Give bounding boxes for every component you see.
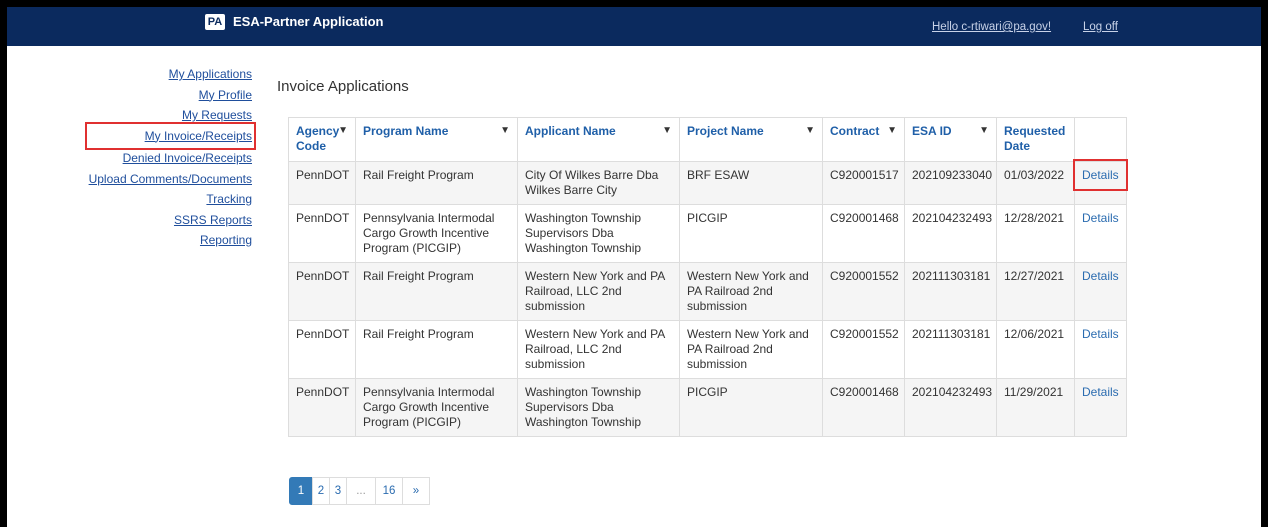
contract-cell: C920001468 (822, 378, 905, 437)
funnel-icon[interactable]: ▼ (662, 123, 672, 138)
details-cell: Details (1073, 159, 1128, 205)
column-header-contract[interactable]: Contract ▼ (822, 117, 905, 162)
project-name-cell: Western New York and PA Railroad 2nd sub… (679, 262, 823, 321)
sidebar-item-ssrs-reports[interactable]: SSRS Reports (89, 210, 252, 231)
sidebar-item-tracking[interactable]: Tracking (89, 189, 252, 210)
details-cell: Details (1074, 204, 1127, 263)
funnel-icon[interactable]: ▼ (500, 123, 510, 138)
table-row: PennDOT Rail Freight Program Western New Y… (288, 262, 1127, 321)
details-cell: Details (1074, 320, 1127, 379)
details-cell: Details (1074, 262, 1127, 321)
applicant-name-cell: Western New York and PA Railroad, LLC 2n… (517, 262, 680, 321)
page-button-2[interactable]: 2 (312, 477, 330, 505)
program-name-cell: Pennsylvania Intermodal Cargo Growth Inc… (355, 204, 518, 263)
pagination-ellipsis: ... (346, 477, 376, 505)
contract-cell: C920001468 (822, 204, 905, 263)
agency-code-cell: PennDOT (288, 320, 356, 379)
column-header-project-name[interactable]: Project Name ▼ (679, 117, 823, 162)
table-row: PennDOT Pennsylvania Intermodal Cargo Gro… (288, 204, 1127, 263)
agency-code-cell: PennDOT (288, 262, 356, 321)
agency-code-cell: PennDOT (288, 378, 356, 437)
agency-code-cell: PennDOT (288, 161, 356, 205)
page-button-3[interactable]: 3 (329, 477, 347, 505)
requested-date-cell: 11/29/2021 (996, 378, 1075, 437)
details-link[interactable]: Details (1073, 159, 1128, 191)
program-name-cell: Rail Freight Program (355, 320, 518, 379)
column-header-program-name[interactable]: Program Name ▼ (355, 117, 518, 162)
requested-date-cell: 12/06/2021 (996, 320, 1075, 379)
table-header-row: Agency Code ▼ Program Name ▼ Applicant Nam… (288, 117, 1127, 162)
sidebar-item-denied-invoice-receipts[interactable]: Denied Invoice/Receipts (89, 148, 252, 169)
sidebar-item-reporting[interactable]: Reporting (89, 230, 252, 251)
requested-date-cell: 01/03/2022 (996, 161, 1075, 205)
user-greeting-link[interactable]: Hello c-rtiwari@pa.gov! (932, 21, 1051, 33)
funnel-icon[interactable]: ▼ (979, 123, 989, 138)
page-button-1[interactable]: 1 (289, 477, 313, 505)
funnel-icon[interactable]: ▼ (887, 123, 897, 138)
program-name-cell: Rail Freight Program (355, 262, 518, 321)
project-name-cell: BRF ESAW (679, 161, 823, 205)
page-button-16[interactable]: 16 (375, 477, 403, 505)
agency-code-cell: PennDOT (288, 204, 356, 263)
details-cell: Details (1074, 378, 1127, 437)
table-row: PennDOT Rail Freight Program City Of Wilke… (288, 159, 1128, 205)
esa-id-cell: 202111303181 (904, 320, 997, 379)
project-name-cell: PICGIP (679, 204, 823, 263)
sidebar-item-my-applications[interactable]: My Applications (89, 64, 252, 85)
column-header-agency-code[interactable]: Agency Code ▼ (288, 117, 356, 162)
app-title: ESA-Partner Application (233, 14, 384, 29)
project-name-cell: PICGIP (679, 378, 823, 437)
contract-cell: C920001552 (822, 262, 905, 321)
details-link[interactable]: Details (1082, 385, 1119, 399)
top-navbar: PA ESA-Partner Application Hello c-rtiwa… (7, 7, 1261, 46)
pa-logo-icon: PA (205, 14, 225, 30)
page-title: Invoice Applications (277, 78, 409, 95)
contract-cell: C920001517 (822, 161, 905, 205)
sidebar-item-my-invoice-receipts[interactable]: My Invoice/Receipts (84, 121, 257, 150)
column-header-applicant-name[interactable]: Applicant Name ▼ (517, 117, 680, 162)
program-name-cell: Rail Freight Program (355, 161, 518, 205)
column-header-esa-id[interactable]: ESA ID ▼ (904, 117, 997, 162)
funnel-icon[interactable]: ▼ (805, 123, 815, 138)
column-header-requested-date[interactable]: Requested Date (996, 117, 1075, 162)
details-link[interactable]: Details (1082, 211, 1119, 225)
table-row: PennDOT Pennsylvania Intermodal Cargo Gro… (288, 378, 1127, 437)
applicant-name-cell: Western New York and PA Railroad, LLC 2n… (517, 320, 680, 379)
logoff-link[interactable]: Log off (1083, 21, 1118, 33)
requested-date-cell: 12/28/2021 (996, 204, 1075, 263)
contract-cell: C920001552 (822, 320, 905, 379)
funnel-icon[interactable]: ▼ (338, 123, 348, 138)
details-link[interactable]: Details (1082, 269, 1119, 283)
details-link[interactable]: Details (1082, 327, 1119, 341)
esa-id-cell: 202111303181 (904, 262, 997, 321)
requested-date-cell: 12/27/2021 (996, 262, 1075, 321)
table-row: PennDOT Rail Freight Program Western New Y… (288, 320, 1127, 379)
pagination: 1 2 3... 16» (289, 477, 430, 505)
side-navigation: My Applications My Profile My Requests M… (84, 64, 257, 251)
next-page-button[interactable]: » (402, 477, 430, 505)
browser-viewport: PA ESA-Partner Application Hello c-rtiwa… (7, 7, 1261, 527)
esa-id-cell: 202109233040 (904, 161, 997, 205)
esa-id-cell: 202104232493 (904, 378, 997, 437)
applicant-name-cell: Washington Township Supervisors Dba Wash… (517, 378, 680, 437)
column-header-actions (1074, 117, 1127, 162)
invoice-applications-table: Agency Code ▼ Program Name ▼ Applicant Nam… (288, 117, 1128, 437)
esa-id-cell: 202104232493 (904, 204, 997, 263)
project-name-cell: Western New York and PA Railroad 2nd sub… (679, 320, 823, 379)
applicant-name-cell: City Of Wilkes Barre Dba Wilkes Barre Ci… (517, 161, 680, 205)
sidebar-item-upload-comments-documents[interactable]: Upload Comments/Documents (89, 169, 252, 190)
sidebar-item-my-profile[interactable]: My Profile (89, 85, 252, 106)
applicant-name-cell: Washington Township Supervisors Dba Wash… (517, 204, 680, 263)
invoice-table-container: Agency Code ▼ Program Name ▼ Applicant Nam… (288, 117, 1128, 437)
program-name-cell: Pennsylvania Intermodal Cargo Growth Inc… (355, 378, 518, 437)
sidebar-item-my-requests[interactable]: My Requests (89, 105, 252, 126)
